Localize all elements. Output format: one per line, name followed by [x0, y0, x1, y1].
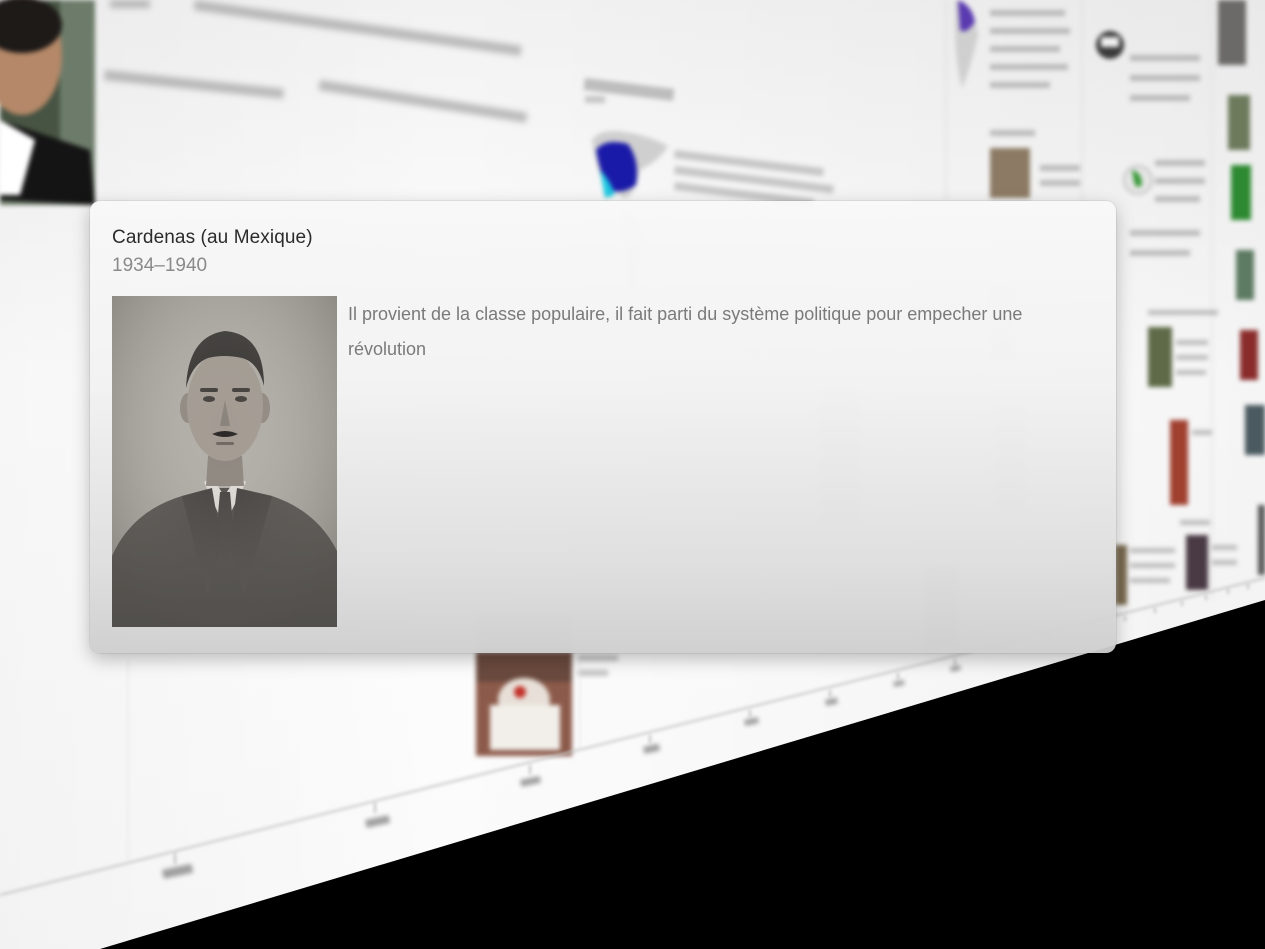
event-detail-popup[interactable]: Cardenas (au Mexique) 1934–1940 Il provi… [90, 201, 1116, 653]
background-text-lines [103, 0, 528, 123]
event-dates: 1934–1940 [112, 255, 208, 276]
background-portrait-thumbnail [0, 0, 95, 205]
portrait-photo-image [112, 296, 337, 627]
portrait-photo [112, 296, 337, 627]
background-photo-thumbnail [476, 652, 618, 756]
event-title: Cardenas (au Mexique) [112, 227, 313, 248]
event-description: Il provient de la classe populaire, il f… [348, 304, 1023, 359]
timeline-viewport: Cardenas (au Mexique) 1934–1940 Il provi… [0, 0, 1265, 949]
